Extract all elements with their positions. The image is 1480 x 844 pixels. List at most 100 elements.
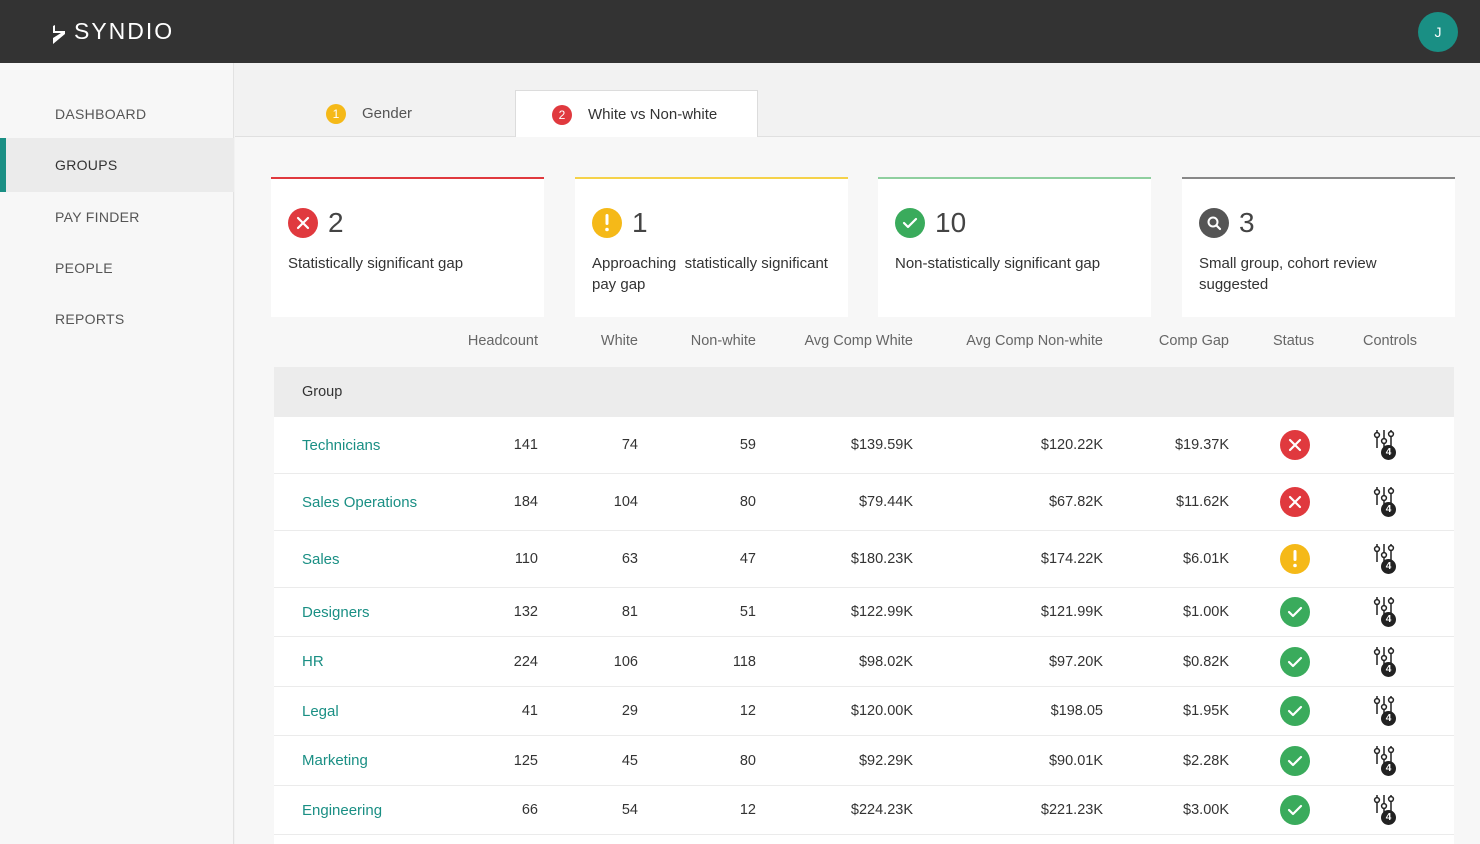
status-cell bbox=[1280, 736, 1310, 785]
table-row[interactable]: HR 224 106 118 $98.02K $97.20K $0.82K 4 bbox=[274, 637, 1454, 687]
status-cell bbox=[1280, 588, 1310, 636]
status-check-icon[interactable] bbox=[1280, 646, 1310, 677]
group-name-link[interactable]: HR bbox=[302, 637, 324, 686]
sliders-icon[interactable]: 4 bbox=[1373, 486, 1397, 518]
summary-card-significant[interactable]: 2 Statistically significant gap bbox=[271, 177, 544, 317]
user-avatar[interactable]: J bbox=[1418, 12, 1458, 52]
check-icon bbox=[895, 208, 925, 238]
white-count-cell: 29 bbox=[621, 703, 638, 719]
status-cell bbox=[1280, 786, 1310, 834]
summary-count: 1 bbox=[632, 207, 648, 238]
group-name-link[interactable]: Legal bbox=[302, 687, 339, 735]
sliders-icon[interactable]: 4 bbox=[1373, 646, 1397, 678]
group-name-link[interactable]: Engineering bbox=[302, 786, 382, 834]
avg-comp-white-cell: $122.99K bbox=[850, 604, 913, 620]
nonwhite-count-cell: 118 bbox=[732, 653, 756, 670]
white-count-cell: 74 bbox=[621, 437, 638, 453]
sidebar-item-label: REPORTS bbox=[55, 311, 125, 327]
table-row[interactable]: Designers 132 81 51 $122.99K $121.99K $1.00K 4 bbox=[274, 588, 1454, 637]
avg-comp-nonwhite-cell: $97.20K bbox=[1048, 653, 1103, 670]
status-check-icon[interactable] bbox=[1280, 795, 1310, 825]
summary-card-small-group[interactable]: 3 Small group, cohort review suggested bbox=[1182, 177, 1455, 317]
nonwhite-count-cell: 47 bbox=[739, 551, 756, 567]
group-header-row: Group bbox=[274, 367, 1454, 417]
avg-comp-white-cell: $79.44K bbox=[858, 494, 913, 510]
column-header-avg-comp-nonwhite[interactable]: Avg Comp Non-white bbox=[923, 333, 1103, 349]
sidebar-item-dashboard[interactable]: DASHBOARD bbox=[0, 87, 234, 141]
tab-number-badge: 2 bbox=[552, 104, 572, 125]
tab-white-vs-nonwhite[interactable]: 2 White vs Non-white bbox=[515, 90, 758, 138]
column-header-status[interactable]: Status bbox=[1273, 333, 1314, 349]
sidebar-item-label: PEOPLE bbox=[55, 260, 113, 276]
summary-card-non-significant[interactable]: 10 Non-statistically significant gap bbox=[878, 177, 1151, 317]
controls-count-badge: 4 bbox=[1381, 612, 1396, 627]
column-header-white[interactable]: White bbox=[538, 333, 638, 349]
summary-label: Non-statistically significant gap bbox=[895, 255, 1101, 272]
sliders-icon[interactable]: 4 bbox=[1373, 695, 1397, 727]
sliders-icon[interactable]: 4 bbox=[1373, 543, 1397, 575]
search-icon bbox=[1199, 208, 1229, 238]
column-header-comp-gap[interactable]: Comp Gap bbox=[1129, 333, 1229, 349]
table-row[interactable]: Sales 110 63 47 $180.23K $174.22K $6.01K 4 bbox=[274, 531, 1454, 588]
controls-count-badge: 4 bbox=[1381, 760, 1396, 776]
table-row[interactable]: Technicians 141 74 59 $139.59K $120.22K $19.37… bbox=[274, 417, 1454, 474]
table-row[interactable]: Marketing 125 45 80 $92.29K $90.01K $2.28K 4 bbox=[274, 736, 1454, 786]
column-header-avg-comp-white[interactable]: Avg Comp White bbox=[773, 333, 913, 349]
sidebar-item-people[interactable]: PEOPLE bbox=[0, 241, 234, 295]
group-name-link[interactable]: Technicians bbox=[302, 417, 380, 473]
headcount-cell: 184 bbox=[513, 494, 538, 510]
white-count-cell: 104 bbox=[613, 494, 638, 510]
sidebar-item-label: PAY FINDER bbox=[55, 209, 140, 225]
column-header-nonwhite[interactable]: Non-white bbox=[656, 333, 756, 349]
controls-count-badge: 4 bbox=[1381, 559, 1396, 574]
column-header-headcount[interactable]: Headcount bbox=[438, 333, 538, 349]
syndio-logo[interactable]: SYNDIO bbox=[52, 18, 174, 45]
avg-comp-nonwhite-cell: $120.22K bbox=[1040, 437, 1103, 453]
controls-cell: 4 bbox=[1373, 417, 1397, 473]
sidebar-item-label: GROUPS bbox=[55, 157, 118, 173]
status-check-icon[interactable] bbox=[1280, 597, 1310, 627]
controls-cell: 4 bbox=[1373, 687, 1397, 735]
error-icon bbox=[288, 208, 318, 238]
nonwhite-count-cell: 80 bbox=[739, 494, 756, 510]
summary-card-approaching[interactable]: 1 Approaching statistically significant … bbox=[575, 177, 848, 317]
status-cell bbox=[1280, 637, 1310, 686]
group-name-link[interactable]: Sales bbox=[302, 531, 340, 587]
avg-comp-nonwhite-cell: $174.22K bbox=[1040, 551, 1103, 567]
tab-gender[interactable]: 1 Gender bbox=[326, 90, 516, 137]
controls-cell: 4 bbox=[1373, 474, 1397, 530]
sidebar-item-pay-finder[interactable]: PAY FINDER bbox=[0, 190, 234, 244]
group-name-link[interactable]: Sales Operations bbox=[302, 474, 417, 530]
sliders-icon[interactable]: 4 bbox=[1373, 596, 1397, 628]
status-error-icon[interactable] bbox=[1280, 487, 1310, 517]
comp-gap-cell: $6.01K bbox=[1183, 551, 1229, 567]
avg-comp-nonwhite-cell: $90.01K bbox=[1048, 752, 1103, 769]
group-header-label: Group bbox=[302, 384, 343, 400]
status-cell bbox=[1280, 531, 1310, 587]
main-content: 2 Statistically significant gap 1 Approa… bbox=[235, 137, 1480, 844]
table-row[interactable]: Sales Operations 184 104 80 $79.44K $67.82K $1… bbox=[274, 474, 1454, 531]
headcount-cell: 125 bbox=[513, 752, 538, 769]
white-count-cell: 45 bbox=[621, 752, 638, 769]
group-name-link[interactable]: Designers bbox=[302, 588, 370, 636]
sidebar-item-reports[interactable]: REPORTS bbox=[0, 292, 234, 346]
status-check-icon[interactable] bbox=[1280, 745, 1310, 776]
tab-number-badge: 1 bbox=[326, 103, 346, 124]
sliders-icon[interactable]: 4 bbox=[1373, 794, 1397, 826]
sliders-icon[interactable]: 4 bbox=[1373, 429, 1397, 461]
table-row[interactable]: Engineering 66 54 12 $224.23K $221.23K $3.00K 4 bbox=[274, 786, 1454, 835]
summary-label: Statistically significant gap bbox=[288, 255, 464, 272]
sliders-icon[interactable]: 4 bbox=[1373, 745, 1397, 777]
status-error-icon[interactable] bbox=[1280, 430, 1310, 460]
sidebar-item-groups[interactable]: GROUPS bbox=[0, 138, 234, 192]
status-cell bbox=[1280, 687, 1310, 735]
controls-count-badge: 4 bbox=[1381, 810, 1396, 825]
warning-icon bbox=[592, 208, 622, 238]
nonwhite-count-cell: 59 bbox=[739, 437, 756, 453]
status-warning-icon[interactable] bbox=[1280, 544, 1310, 574]
group-name-link[interactable]: Marketing bbox=[302, 736, 368, 785]
table-row[interactable]: Legal 41 29 12 $120.00K $198.05 $1.95K 4 bbox=[274, 687, 1454, 736]
status-check-icon[interactable] bbox=[1280, 696, 1310, 726]
headcount-cell: 224 bbox=[513, 653, 538, 670]
controls-cell: 4 bbox=[1373, 531, 1397, 587]
